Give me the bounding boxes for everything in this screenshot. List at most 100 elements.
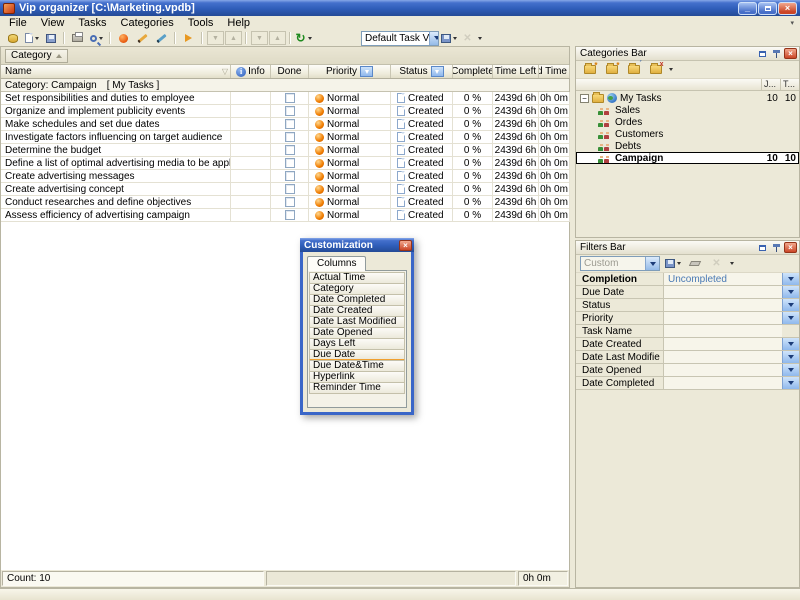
filter-dropdown-button[interactable]: [782, 273, 799, 285]
edit-category-button[interactable]: [624, 62, 643, 78]
task-status-cell[interactable]: Created: [391, 209, 453, 222]
go-button[interactable]: [179, 30, 198, 46]
done-checkbox[interactable]: [285, 145, 295, 155]
done-checkbox[interactable]: [285, 197, 295, 207]
column-header-status[interactable]: Status: [391, 65, 453, 78]
task-name-cell[interactable]: Make schedules and set due dates: [1, 118, 231, 131]
done-checkbox[interactable]: [285, 106, 295, 116]
task-done-cell[interactable]: [271, 144, 309, 157]
clear-task-button[interactable]: [152, 30, 171, 46]
menu-view[interactable]: View: [34, 17, 72, 30]
task-info-cell[interactable]: [231, 118, 271, 131]
task-status-cell[interactable]: Created: [391, 183, 453, 196]
filter-value[interactable]: [664, 338, 782, 350]
filter-preset-combo[interactable]: Custom: [580, 256, 660, 271]
task-info-cell[interactable]: [231, 92, 271, 105]
delete-category-button[interactable]: [646, 62, 665, 78]
task-info-cell[interactable]: [231, 196, 271, 209]
filter-row[interactable]: Date Last Modifie: [576, 351, 799, 364]
complete-down-button[interactable]: ▼: [251, 31, 268, 45]
filters-toolbar-overflow-icon[interactable]: [730, 262, 734, 265]
task-priority-cell[interactable]: Normal: [309, 209, 391, 222]
filter-value[interactable]: [664, 377, 782, 389]
task-priority-cell[interactable]: Normal: [309, 183, 391, 196]
filter-value[interactable]: [664, 364, 782, 376]
tree-item[interactable]: Debts: [576, 140, 799, 152]
task-status-cell[interactable]: Created: [391, 118, 453, 131]
move-down-button[interactable]: ▼: [207, 31, 224, 45]
tree-item[interactable]: Customers: [576, 128, 799, 140]
toolbar-overflow-icon[interactable]: [478, 37, 482, 40]
table-row[interactable]: Create advertising messages Normal Creat…: [1, 170, 569, 183]
menu-tools[interactable]: Tools: [181, 17, 221, 30]
tree-item[interactable]: Campaign 10 10: [576, 152, 799, 164]
filter-dropdown-button[interactable]: [782, 312, 799, 324]
task-status-cell[interactable]: Created: [391, 170, 453, 183]
new-item-button[interactable]: [22, 30, 41, 46]
filter-funnel-icon[interactable]: ▽: [222, 67, 228, 76]
dialog-titlebar[interactable]: Customization ×: [300, 238, 414, 252]
filter-value[interactable]: [664, 351, 782, 363]
priority-filter-dropdown[interactable]: [360, 66, 373, 77]
done-checkbox[interactable]: [285, 158, 295, 168]
task-priority-cell[interactable]: Normal: [309, 196, 391, 209]
task-priority-cell[interactable]: Normal: [309, 157, 391, 170]
filter-value[interactable]: [664, 325, 782, 337]
column-header-complete[interactable]: Complete: [453, 65, 493, 78]
done-checkbox[interactable]: [285, 93, 295, 103]
refresh-button[interactable]: ↻: [294, 30, 313, 46]
task-info-cell[interactable]: [231, 209, 271, 222]
task-status-cell[interactable]: Created: [391, 105, 453, 118]
done-checkbox[interactable]: [285, 119, 295, 129]
task-done-cell[interactable]: [271, 157, 309, 170]
task-name-cell[interactable]: Conduct researches and define objectives: [1, 196, 231, 209]
tree-root-my-tasks[interactable]: − My Tasks 10 10: [576, 92, 799, 104]
filter-row[interactable]: Priority: [576, 312, 799, 325]
tab-columns[interactable]: Columns: [307, 256, 366, 271]
task-name-cell[interactable]: Create advertising messages: [1, 170, 231, 183]
categories-close-button[interactable]: ×: [784, 48, 797, 59]
task-name-cell[interactable]: Organize and implement publicity events: [1, 105, 231, 118]
done-checkbox[interactable]: [285, 210, 295, 220]
task-info-cell[interactable]: [231, 157, 271, 170]
dialog-close-button[interactable]: ×: [399, 240, 412, 251]
table-row[interactable]: Conduct researches and define objectives…: [1, 196, 569, 209]
filter-dropdown-button[interactable]: [782, 299, 799, 311]
task-priority-cell[interactable]: Normal: [309, 170, 391, 183]
filter-row[interactable]: Task Name: [576, 325, 799, 338]
table-row[interactable]: Set responsibilities and duties to emplo…: [1, 92, 569, 105]
restore-button[interactable]: [758, 2, 777, 15]
complete-up-button[interactable]: ▲: [269, 31, 286, 45]
filter-dropdown-button[interactable]: [782, 338, 799, 350]
task-info-cell[interactable]: [231, 105, 271, 118]
column-list-item[interactable]: Date Last Modified: [309, 316, 405, 328]
filter-value[interactable]: [664, 286, 782, 298]
column-header-estimated[interactable]: stimated Time: [539, 65, 570, 78]
delete-filter-button[interactable]: ✕: [707, 256, 726, 272]
column-header-priority[interactable]: Priority: [309, 65, 391, 78]
delete-view-button[interactable]: ✕: [458, 30, 477, 46]
table-row[interactable]: Investigate factors influencing on targe…: [1, 131, 569, 144]
task-priority-cell[interactable]: Normal: [309, 131, 391, 144]
move-up-button[interactable]: ▲: [225, 31, 242, 45]
tree-item[interactable]: Sales: [576, 104, 799, 116]
task-done-cell[interactable]: [271, 105, 309, 118]
filters-restore-button[interactable]: [756, 242, 769, 253]
table-row[interactable]: Assess efficiency of advertising campaig…: [1, 209, 569, 222]
done-checkbox[interactable]: [285, 184, 295, 194]
new-subcategory-button[interactable]: [602, 62, 621, 78]
table-row[interactable]: Define a list of optimal advertising med…: [1, 157, 569, 170]
filter-row[interactable]: Completion Uncompleted: [576, 273, 799, 286]
filter-dropdown-button[interactable]: [782, 377, 799, 389]
filters-close-button[interactable]: ×: [784, 242, 797, 253]
task-priority-cell[interactable]: Normal: [309, 92, 391, 105]
collapse-icon[interactable]: −: [580, 94, 589, 103]
table-row[interactable]: Determine the budget Normal Created 0 % …: [1, 144, 569, 157]
task-info-cell[interactable]: [231, 183, 271, 196]
table-row[interactable]: Create advertising concept Normal Create…: [1, 183, 569, 196]
categories-toolbar-overflow-icon[interactable]: [669, 68, 673, 71]
column-header-done[interactable]: Done: [271, 65, 309, 78]
categories-col1-header[interactable]: J...: [761, 79, 780, 90]
filter-row[interactable]: Date Opened: [576, 364, 799, 377]
categories-col2-header[interactable]: T...: [780, 79, 799, 90]
